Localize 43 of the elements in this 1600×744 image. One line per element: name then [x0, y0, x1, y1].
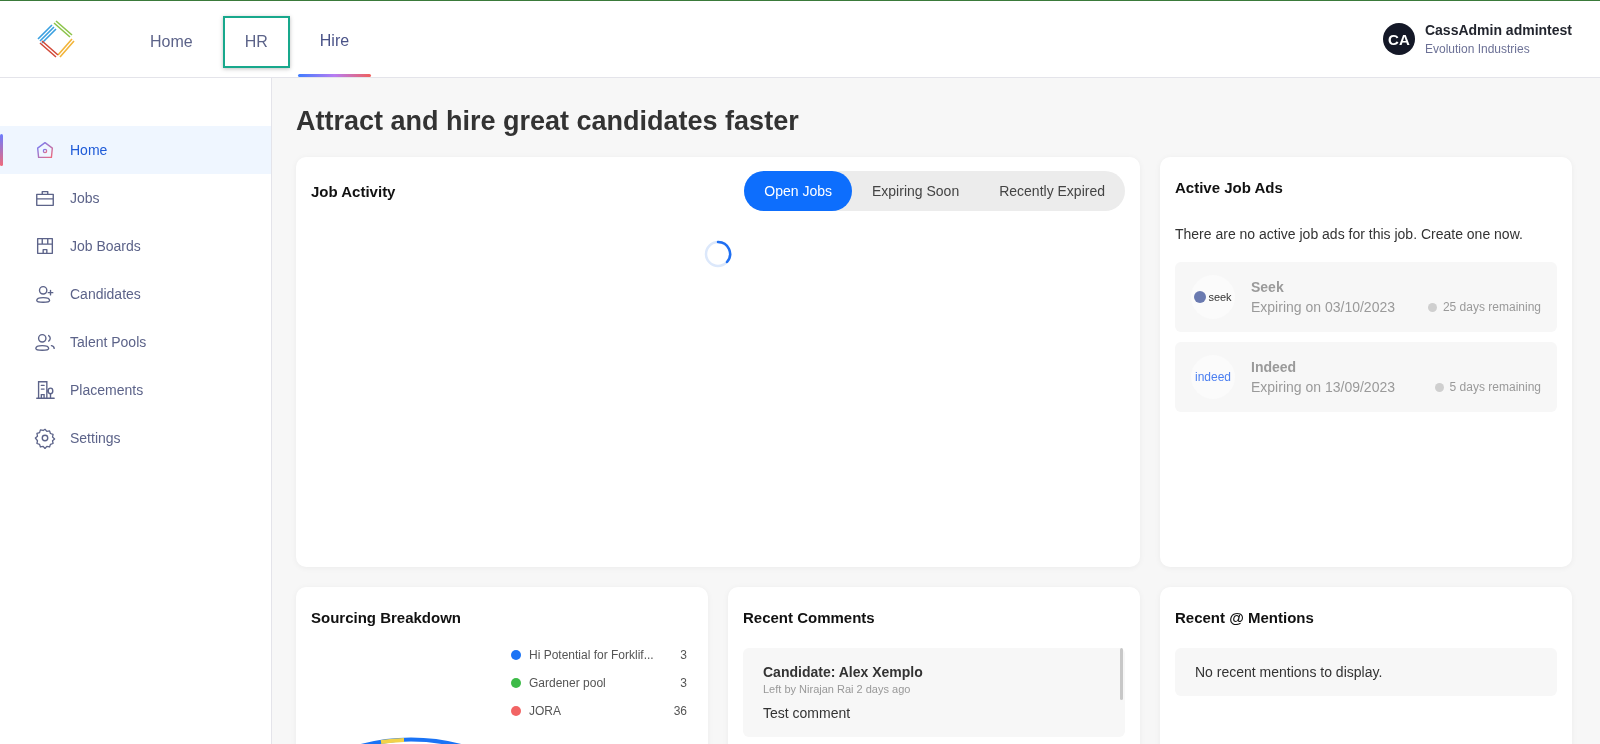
- legend-label: JORA: [529, 704, 562, 718]
- comment-text: Test comment: [763, 705, 852, 721]
- days-remaining: 25 days remaining: [1442, 300, 1541, 314]
- nav-tab[interactable]: Home: [128, 16, 215, 68]
- sidebar-item[interactable]: Home: [0, 126, 271, 174]
- sidebar-item[interactable]: Placements: [0, 366, 271, 414]
- job-board-logo: indeed: [1191, 355, 1235, 399]
- expiry-date: Expiring on 03/10/2023: [1251, 299, 1395, 315]
- card-title: Sourcing Breakdown: [311, 609, 463, 626]
- user-avatar[interactable]: CA: [1382, 23, 1415, 55]
- legend-label: Hi Potential for Forklif...: [529, 648, 655, 662]
- filter-tab[interactable]: Expiring Soon: [852, 171, 980, 211]
- sidebar-item[interactable]: Talent Pools: [0, 318, 271, 366]
- legend-count: 3: [680, 648, 687, 662]
- comment-meta: Left by Nirajan Rai 2 days ago: [763, 683, 912, 695]
- job-board-name: Seek: [1251, 279, 1285, 295]
- expiry-date: Expiring on 13/09/2023: [1251, 379, 1395, 395]
- job-board-name: Indeed: [1251, 359, 1298, 375]
- legend-count: 36: [673, 704, 687, 718]
- nav-tab[interactable]: HR: [222, 16, 290, 68]
- legend-count: 3: [680, 676, 687, 690]
- filter-tab[interactable]: Open Jobs: [744, 171, 852, 211]
- card-title: Recent Comments: [743, 609, 876, 626]
- job-ad-item[interactable]: seek Seek Expiring on 03/10/2023 25 days remaining: [1175, 262, 1557, 332]
- sidebar-item[interactable]: Candidates: [0, 270, 271, 318]
- legend-label: Gardener pool: [529, 676, 607, 690]
- job-board-logo: seek: [1191, 275, 1235, 319]
- card-title: Job Activity: [311, 182, 396, 200]
- comment-subject: Candidate: Alex Xemplo: [763, 664, 924, 680]
- empty-message: There are no active job ads for this job. Create one now.: [1175, 226, 1524, 242]
- user-name: CassAdmin admintest: [1424, 22, 1572, 38]
- card-title: Recent @ Mentions: [1175, 609, 1315, 626]
- sidebar-item[interactable]: Settings: [0, 414, 271, 462]
- empty-message: No recent mentions to display.: [1175, 648, 1557, 696]
- job-ad-item[interactable]: indeed Indeed Expiring on 13/09/2023 5 days remaining: [1175, 342, 1557, 412]
- nav-tab[interactable]: Hire: [297, 16, 372, 67]
- company-name: Evolution Industries: [1424, 42, 1531, 56]
- page-title: Attract and hire great candidates faster: [296, 106, 800, 137]
- filter-tab[interactable]: Recently Expired: [979, 171, 1125, 211]
- days-remaining: 5 days remaining: [1449, 380, 1541, 394]
- card-title: Active Job Ads: [1175, 179, 1284, 196]
- sidebar-item[interactable]: Job Boards: [0, 222, 271, 270]
- sidebar-item[interactable]: Jobs: [0, 174, 271, 222]
